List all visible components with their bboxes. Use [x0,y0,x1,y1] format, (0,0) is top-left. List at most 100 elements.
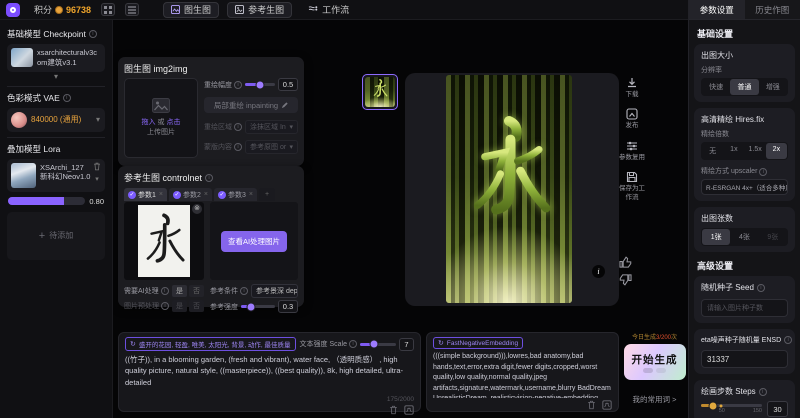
text-scale-value[interactable]: 7 [399,338,414,351]
divider [7,137,105,138]
controlnet-panel: 参考生图 controlneti ✓ 参数1× ✓ 参数2× ✓ 参数3× + [118,166,304,307]
grid-view-button[interactable] [101,3,115,16]
check-circle-icon: ✓ [173,191,181,199]
denoise-value[interactable]: 0.5 [278,78,298,91]
ref-strength-slider[interactable] [241,305,275,308]
view-ai-processed-button[interactable]: 查看AI处理图片 [221,231,287,252]
trash-icon[interactable] [93,162,101,171]
steps-card: 绘画步数 Stepsi 50 150 30 [694,380,795,418]
credits-value: 96738 [66,5,91,15]
list-view-button[interactable] [125,3,139,16]
prompt-preset-chip[interactable]: ↻ 盛开的花园, 轻盈, 唯美, 太阳光, 背景, 动作, 最佳质量 [125,337,296,351]
repaint-area-select[interactable]: 涂抹区域 In▾ [245,120,298,134]
close-icon[interactable]: × [159,191,163,198]
hires-none[interactable]: 无 [702,143,723,159]
thumb-down-icon[interactable] [619,274,632,286]
batch-count-card: 出图张数 1张 4张 9张 [694,207,795,252]
check-circle-icon: ✓ [218,191,226,199]
hires-scale-label: 精绘倍数 [701,129,788,139]
image-info-icon[interactable]: i [592,265,605,278]
seed-input[interactable] [701,299,788,317]
need-ai-process-toggle[interactable]: 是 否 [172,285,204,297]
trash-icon[interactable] [389,405,398,415]
mask-content-select[interactable]: 参考原图 or▾ [245,140,298,154]
res-option-fast[interactable]: 快速 [702,79,730,95]
ref-condition-select[interactable]: 参考景深 dept▾ [251,284,298,298]
lora-name: XSArchi_127新科幻Neov1.0 [40,163,101,188]
image-settings-icon[interactable]: ⊗ [192,204,202,214]
grid-view-icon [104,6,112,14]
info-icon[interactable]: i [89,30,97,38]
upload-hint: 拖入 或 点击 上传图片 [138,118,185,139]
translate-grid-icon[interactable] [404,405,414,415]
hires-1x[interactable]: 1x [723,143,744,159]
negative-prompt-text[interactable]: (((simple background))),lowres,bad anato… [433,352,612,398]
controlnet-add-tab-button[interactable]: + [259,188,275,201]
controlnet-tab-1[interactable]: ✓ 参数1× [124,188,167,201]
list-view-icon [128,6,136,14]
yes-button: 是 [172,285,187,297]
generate-button[interactable]: 开始生成 [624,344,686,380]
batch-1[interactable]: 1张 [702,229,730,245]
text-scale-label: 文本强度 Scalei [300,339,357,349]
controlnet-tab-3[interactable]: ✓ 参数3× [214,188,257,201]
lora-weight-value: 0.80 [89,197,104,206]
lora-card[interactable]: XSArchi_127新科幻Neov1.0 ▾ [7,159,105,192]
add-lora-button[interactable]: + 待添加 [7,212,105,260]
chevron-down-icon[interactable]: ▾ [95,175,99,183]
trash-icon[interactable] [587,400,596,410]
controlnet-reference-image[interactable]: ⊗ [124,202,204,280]
upscaler-select[interactable]: R-ESRGAN 4x+（适合多种风▾ [701,179,788,195]
inpainting-button[interactable]: 局部重绘 inpainting [204,97,298,113]
thumb-up-icon[interactable] [619,256,632,268]
publish-button[interactable]: 发布 [619,108,645,130]
workspace-canvas: 图生图 img2img 拖入 或 点击 上传图片 重绘幅度i 0.5 局部重绘 … [113,20,688,418]
tab-workflow[interactable]: 工作流 [300,2,357,18]
ensd-input[interactable] [701,350,788,368]
hires-1-5x[interactable]: 1.5x [745,143,766,159]
positive-prompt-text[interactable]: ((竹子)), in a blooming garden, (fresh and… [125,354,414,396]
checkpoint-card[interactable]: xsarchitecturalv3com建筑v3.1 [7,44,105,72]
workflow-icon [308,5,318,14]
chevron-down-icon[interactable]: ▾ [7,72,105,81]
text-scale-slider[interactable] [360,343,396,346]
controlnet-tab-2[interactable]: ✓ 参数2× [169,188,212,201]
batch-4[interactable]: 4张 [730,229,758,245]
image-upload-dropzone[interactable]: 拖入 或 点击 上传图片 [124,78,198,158]
result-thumbnail-selected[interactable] [362,74,398,110]
credits[interactable]: 积分 96738 [34,3,91,16]
chevron-down-icon[interactable]: ▾ [96,115,100,124]
reuse-params-button[interactable]: 参数复用 [619,140,645,162]
topbar: 积分 96738 图生图 参考生图 工作流 [0,0,688,20]
ref-strength-value[interactable]: 0.3 [278,300,298,313]
positive-char-count: 175/2000 [125,396,414,403]
generated-image[interactable] [446,75,572,303]
close-icon[interactable]: × [249,191,253,198]
download-button[interactable]: 下载 [619,77,645,99]
tab-history[interactable]: 历史作图 [745,0,800,19]
vae-card[interactable]: 840000 (通用) ▾ [7,108,105,132]
tab-params[interactable]: 参数设置 [689,0,745,19]
no-button: 否 [189,285,204,297]
hires-2x[interactable]: 2x [766,143,787,159]
res-option-enhanced[interactable]: 增强 [759,79,787,95]
save-workflow-button[interactable]: 保存为工作流 [619,171,645,202]
download-icon [626,77,638,89]
negative-embedding-chip[interactable]: ↻ FastNegativeEmbedding [433,337,523,349]
vae-section-title: 色彩模式 VAEi [7,92,105,104]
lora-weight-slider[interactable]: 0.80 [8,197,104,206]
add-lora-label: 待添加 [49,230,73,241]
res-option-normal[interactable]: 普通 [730,79,758,95]
favorite-words-button[interactable]: 我的常用词 > [633,394,677,405]
tab-img2img[interactable]: 图生图 [163,2,219,18]
info-icon[interactable]: i [205,174,213,182]
denoise-slider[interactable] [245,83,275,86]
app-logo-icon[interactable] [6,3,20,17]
tab-ref-gen[interactable]: 参考生图 [227,2,292,18]
steps-value[interactable]: 30 [767,401,788,417]
translate-grid-icon[interactable] [602,400,612,410]
close-icon[interactable]: × [204,191,208,198]
repaint-area-label: 重绘区域i [204,122,242,132]
info-icon[interactable]: i [63,94,71,102]
coin-icon [55,6,63,14]
